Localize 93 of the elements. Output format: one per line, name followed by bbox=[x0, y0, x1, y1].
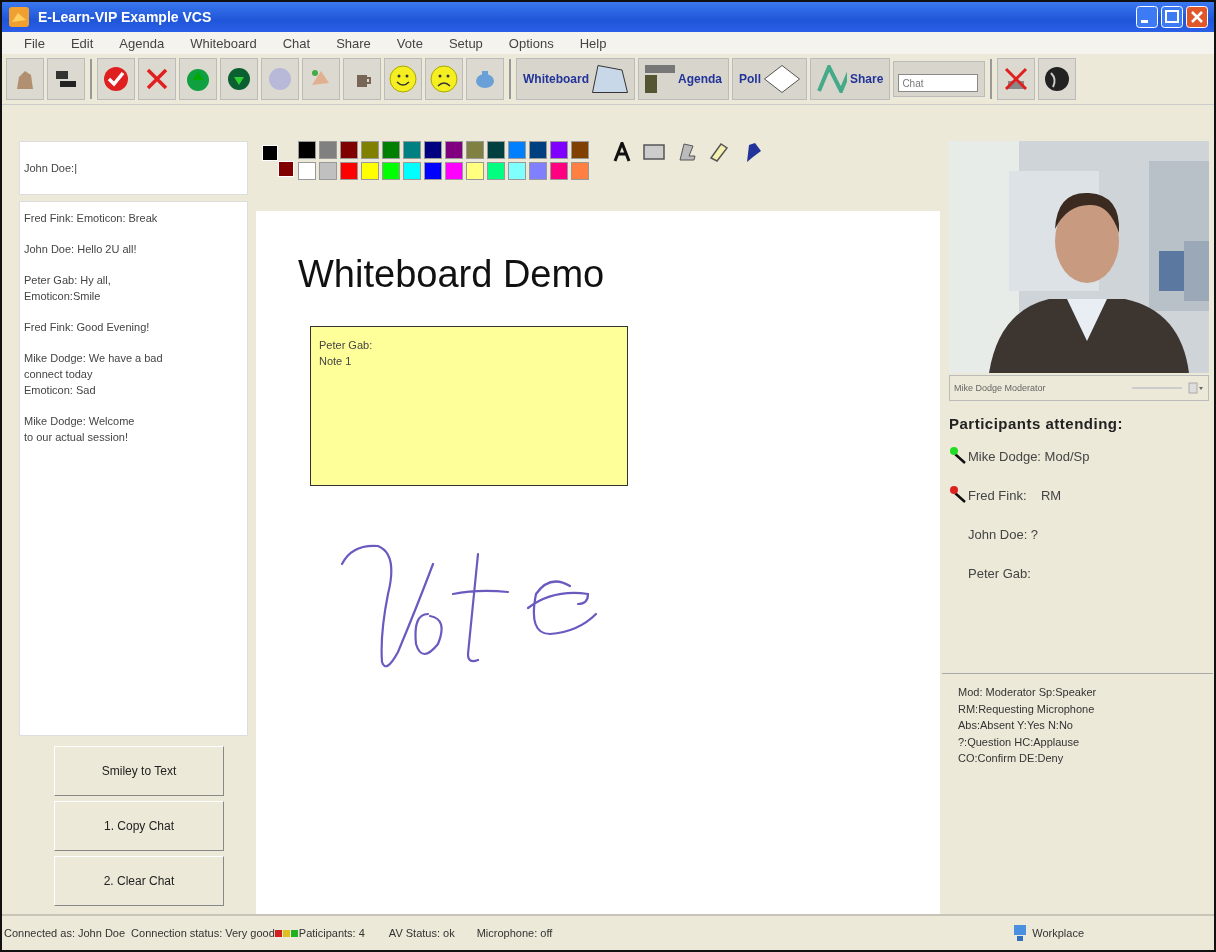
color-swatch[interactable] bbox=[571, 162, 589, 180]
color-swatch[interactable] bbox=[550, 141, 568, 159]
color-swatch[interactable] bbox=[382, 162, 400, 180]
microphone-icon bbox=[949, 446, 967, 464]
chat-message: Mike Dodge: We have a bad connect today Emoticon: Sad bbox=[24, 351, 164, 398]
menu-item[interactable]: Options bbox=[508, 35, 554, 51]
whiteboard-button[interactable]: Whiteboard bbox=[516, 58, 635, 100]
status-text: AV Status: ok bbox=[388, 927, 455, 939]
color-swatch[interactable] bbox=[487, 141, 505, 159]
status-text: Connection status: Very good bbox=[131, 927, 275, 939]
chat-message: Mike Dodge: Welcome to our actual session! bbox=[24, 414, 136, 445]
whiteboard-title: Whiteboard Demo bbox=[298, 253, 606, 296]
color-swatch[interactable] bbox=[445, 162, 463, 180]
legend-line: Mod: Moderator Sp:Speaker bbox=[958, 685, 1098, 700]
copy-chat-button[interactable]: 1. Copy Chat bbox=[54, 801, 224, 851]
color-swatch[interactable] bbox=[403, 141, 421, 159]
participant-name: Mike Dodge: Mod/Sp bbox=[968, 449, 1090, 464]
computer-icon[interactable] bbox=[1012, 924, 1029, 942]
color-swatch[interactable] bbox=[319, 141, 337, 159]
eraser-icon[interactable] bbox=[709, 142, 729, 162]
foreground-color-swatch[interactable] bbox=[262, 145, 278, 161]
color-swatch[interactable] bbox=[550, 162, 568, 180]
color-swatch[interactable] bbox=[445, 141, 463, 159]
color-swatch[interactable] bbox=[403, 162, 421, 180]
legend-line: ?:Question HC:Applause bbox=[958, 734, 1081, 750]
legend-line: CO:Confirm DE:Deny bbox=[958, 751, 1065, 766]
menu-item[interactable]: Share bbox=[336, 35, 371, 51]
chat-message: Fred Fink: Emoticon: Break bbox=[24, 211, 159, 226]
legend-line: Abs:Absent Y:Yes N:No bbox=[958, 718, 1074, 733]
status-text: Microphone: off bbox=[476, 927, 553, 939]
participant-name: Fred Fink: RM bbox=[968, 488, 1062, 503]
color-swatch[interactable] bbox=[529, 141, 547, 159]
menu-item[interactable]: Whiteboard bbox=[190, 35, 257, 51]
menu-item[interactable]: Edit bbox=[70, 35, 94, 51]
signal-bars-icon bbox=[274, 928, 299, 938]
chat-field[interactable]: Chat bbox=[898, 74, 979, 92]
participant-name: John Doe: ? bbox=[968, 527, 1039, 542]
video-caption: Mike Dodge Moderator bbox=[954, 383, 1047, 393]
color-swatch[interactable] bbox=[319, 162, 337, 180]
color-swatch[interactable] bbox=[508, 141, 526, 159]
color-swatch[interactable] bbox=[361, 141, 379, 159]
rectangle-tool-icon[interactable] bbox=[643, 143, 665, 161]
color-swatch[interactable] bbox=[298, 141, 316, 159]
status-text: Connected as: John Doe bbox=[4, 927, 126, 939]
whiteboard-drawing bbox=[592, 65, 628, 93]
pen-tool-icon[interactable] bbox=[677, 142, 697, 162]
color-swatch[interactable] bbox=[487, 162, 505, 180]
color-swatch[interactable] bbox=[340, 141, 358, 159]
clear-chat-button[interactable]: 2. Clear Chat bbox=[54, 856, 224, 906]
color-swatch[interactable] bbox=[571, 141, 589, 159]
color-swatch[interactable] bbox=[340, 162, 358, 180]
color-swatch[interactable] bbox=[382, 141, 400, 159]
checkmark-icon[interactable] bbox=[102, 65, 130, 93]
menu-item[interactable]: Setup bbox=[448, 35, 483, 51]
menu-item[interactable]: Help bbox=[579, 35, 607, 51]
minimize-button[interactable] bbox=[1136, 6, 1158, 28]
color-swatch[interactable] bbox=[424, 141, 442, 159]
background-color-swatch[interactable] bbox=[278, 161, 294, 177]
menu-item[interactable]: Agenda bbox=[119, 35, 165, 51]
agenda-button[interactable]: Agenda bbox=[638, 58, 729, 100]
maximize-button[interactable] bbox=[1161, 6, 1183, 28]
arrow-down-icon[interactable] bbox=[225, 65, 253, 93]
color-swatch[interactable] bbox=[298, 162, 316, 180]
chat-input[interactable]: John Doe:| bbox=[19, 141, 248, 195]
close-button[interactable] bbox=[1186, 6, 1208, 28]
microphone-icon bbox=[949, 485, 967, 503]
poll-button[interactable]: Poll bbox=[732, 58, 808, 100]
window-title: E-Learn-VIP Example VCS bbox=[38, 9, 213, 25]
chat-message: John Doe: Hello 2U all! bbox=[24, 242, 138, 257]
share-button[interactable]: Share bbox=[810, 58, 891, 100]
menu-item[interactable]: File bbox=[24, 35, 45, 51]
color-swatch[interactable] bbox=[529, 162, 547, 180]
color-swatch[interactable] bbox=[508, 162, 526, 180]
menu-item[interactable]: Vote bbox=[396, 35, 423, 51]
chat-message: Peter Gab: Hy all, Emoticon:Smile bbox=[24, 273, 112, 304]
participants-heading: Participants attending: bbox=[949, 415, 1125, 432]
workplace-button[interactable]: Workplace bbox=[1032, 927, 1084, 939]
text-tool-icon[interactable] bbox=[613, 142, 631, 162]
participant-name: Peter Gab: bbox=[968, 566, 1031, 581]
app-icon bbox=[8, 6, 30, 28]
color-swatch[interactable] bbox=[361, 162, 379, 180]
color-swatch[interactable] bbox=[466, 141, 484, 159]
smiley-icon[interactable] bbox=[389, 65, 417, 93]
sad-face-icon[interactable] bbox=[430, 65, 458, 93]
sticky-note: Peter Gab: Note 1 bbox=[310, 326, 628, 486]
legend-line: RM:Requesting Microphone bbox=[958, 701, 1096, 717]
color-swatch[interactable] bbox=[424, 162, 442, 180]
status-text: Paticipants: 4 bbox=[298, 927, 365, 939]
menu-item[interactable]: Chat bbox=[282, 35, 311, 51]
dropdown-icon[interactable] bbox=[1188, 382, 1204, 394]
chat-message: Fred Fink: Good Evening! bbox=[24, 320, 151, 335]
smiley-to-text-button[interactable]: Smiley to Text bbox=[54, 746, 224, 796]
color-swatch[interactable] bbox=[466, 162, 484, 180]
